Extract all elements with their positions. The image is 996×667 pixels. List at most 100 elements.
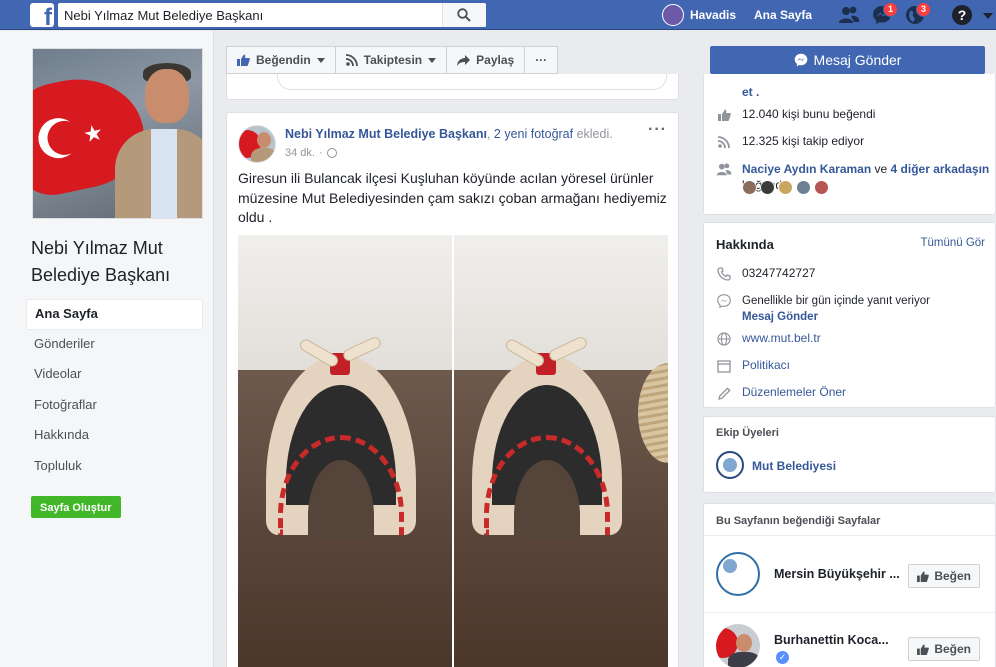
home-link[interactable]: Ana Sayfa [754, 8, 812, 22]
friends-icon [716, 161, 732, 177]
follows-row: 12.325 kişi takip ediyor [716, 134, 864, 150]
thumbs-up-icon [917, 643, 930, 655]
rss-icon [716, 134, 732, 150]
messages-badge: 1 [882, 2, 898, 17]
category-link[interactable]: Politikacı [742, 358, 790, 372]
notifications-badge: 3 [915, 2, 931, 17]
likes-count-text: 12.040 kişi bunu beğendi [742, 107, 876, 121]
friend-name-link[interactable]: Naciye Aydın Karaman [742, 162, 871, 176]
nav-item-photos[interactable]: Fotoğraflar [26, 391, 203, 422]
community-card: et . 12.040 kişi bunu beğendi 12.325 kiş… [703, 74, 996, 215]
facebook-logo-icon[interactable]: f [30, 3, 54, 27]
post-timestamp[interactable]: 34 dk. [285, 147, 315, 159]
friends-connector: ve [871, 162, 891, 176]
post-meta-separator: · [318, 147, 323, 159]
category-row: Politikacı [716, 358, 790, 374]
search-icon [457, 8, 471, 22]
post-photo-1[interactable] [238, 235, 452, 667]
thumbs-up-icon [237, 54, 250, 66]
send-message-button[interactable]: Mesaj Gönder [710, 46, 985, 74]
friend-avatar[interactable] [742, 180, 757, 195]
phone-number[interactable]: 03247742727 [742, 266, 815, 280]
help-icon[interactable]: ? [952, 5, 972, 25]
see-all-link[interactable]: Tümünü Gör [920, 237, 985, 249]
notifications-button[interactable]: 3 [905, 2, 931, 28]
like-page-button[interactable]: Beğendin [226, 46, 336, 74]
follow-page-label: Takiptesin [363, 53, 423, 67]
post-card: Nebi Yılmaz Mut Belediye Başkanı, 2 yeni… [226, 112, 679, 667]
thumbs-up-icon [716, 107, 732, 123]
post-author-avatar[interactable] [238, 125, 276, 163]
search-button[interactable] [442, 3, 486, 27]
nav-item-home[interactable]: Ana Sayfa [26, 299, 203, 330]
messages-button[interactable]: 1 [872, 2, 898, 28]
more-options-button[interactable]: ··· [525, 46, 559, 74]
category-icon [716, 358, 732, 374]
mersin-page-avatar[interactable] [716, 552, 760, 596]
liked-page-name[interactable]: Mersin Büyükşehir ... [774, 567, 900, 581]
chevron-down-icon [428, 57, 437, 63]
liked-pages-card: Bu Sayfanın beğendiği Sayfalar Mersin Bü… [703, 503, 996, 667]
account-menu-caret-icon[interactable] [983, 13, 993, 19]
friend-avatar[interactable] [814, 180, 829, 195]
other-friends-link[interactable]: 4 diğer arkadaşın [891, 162, 990, 176]
profile-picture[interactable]: ★ [32, 48, 203, 219]
team-members-title: Ekip Üyeleri [716, 427, 779, 439]
post-text: Giresun ili Bulancak ilçesi Kuşluhan köy… [238, 170, 667, 225]
about-card: Hakkında Tümünü Gör 03247742727 Genellik… [703, 222, 996, 408]
send-message-label: Mesaj Gönder [813, 52, 902, 68]
nav-item-about[interactable]: Hakkında [26, 421, 203, 452]
like-page-label: Beğendin [256, 53, 311, 67]
messenger-icon [794, 53, 807, 67]
create-page-button[interactable]: Sayfa Oluştur [31, 496, 121, 518]
public-audience-icon[interactable] [326, 148, 337, 158]
friend-avatar[interactable] [760, 180, 775, 195]
web-globe-icon [716, 331, 732, 347]
liked-pages-title: Bu Sayfanın beğendiği Sayfalar [716, 515, 881, 527]
nav-item-community[interactable]: Topluluk [26, 452, 203, 483]
phone-row: 03247742727 [716, 266, 815, 282]
post-author-link[interactable]: Nebi Yılmaz Mut Belediye Başkanı [285, 127, 487, 141]
friends-icon [839, 6, 860, 23]
website-link[interactable]: www.mut.bel.tr [742, 331, 821, 345]
pencil-icon [716, 385, 732, 401]
response-row: Genellikle bir gün içinde yanıt veriyor … [716, 293, 930, 325]
suggest-edits-row: Düzenlemeler Öner [716, 385, 846, 401]
friend-avatar[interactable] [778, 180, 793, 195]
post-meta: 34 dk. · [285, 147, 337, 159]
composer-input[interactable] [277, 74, 667, 90]
suggest-edits-link[interactable]: Düzenlemeler Öner [742, 385, 846, 399]
friend-requests-button[interactable] [838, 5, 860, 28]
page-action-bar: Beğendin Takiptesin Paylaş ··· [226, 46, 559, 74]
rss-icon [345, 54, 358, 66]
more-options-label: ··· [535, 53, 548, 67]
like-page-button[interactable]: Beğen [908, 637, 980, 661]
nav-item-videos[interactable]: Videolar [26, 360, 203, 391]
profile-link[interactable]: Havadis [690, 8, 736, 22]
left-sidebar: ★ Nebi Yılmaz Mut Belediye Başkanı Ana S… [0, 31, 214, 667]
mut-municipality-logo[interactable] [716, 451, 744, 479]
phone-icon [716, 266, 732, 282]
page-title: Nebi Yılmaz Mut Belediye Başkanı [31, 238, 171, 285]
post-photos-link[interactable]: 2 yeni fotoğraf [494, 127, 573, 141]
search-input[interactable] [64, 6, 444, 24]
team-member-link[interactable]: Mut Belediyesi [752, 459, 836, 473]
post-options-button[interactable]: ··· [648, 122, 667, 138]
user-avatar[interactable] [662, 4, 684, 26]
liked-page-name[interactable]: Burhanettin Koca... [774, 633, 889, 647]
post-photo-2[interactable] [454, 235, 668, 667]
burhanettin-page-avatar[interactable] [716, 624, 760, 667]
truncated-link[interactable]: et . [742, 85, 759, 99]
thumbs-up-icon [917, 570, 930, 582]
share-page-button[interactable]: Paylaş [447, 46, 526, 74]
like-page-button[interactable]: Beğen [908, 564, 980, 588]
follow-page-button[interactable]: Takiptesin [335, 46, 448, 74]
like-button-label: Beğen [934, 642, 971, 656]
like-button-label: Beğen [934, 569, 971, 583]
page-navigation: Ana Sayfa Gönderiler Videolar Fotoğrafla… [26, 299, 203, 482]
nav-item-posts[interactable]: Gönderiler [26, 330, 203, 361]
friend-avatar[interactable] [796, 180, 811, 195]
about-send-message-link[interactable]: Mesaj Gönder [742, 311, 818, 323]
top-navigation-bar: f Havadis Ana Sayfa 1 3 ? [0, 0, 996, 30]
followers-count-text: 12.325 kişi takip ediyor [742, 134, 865, 148]
